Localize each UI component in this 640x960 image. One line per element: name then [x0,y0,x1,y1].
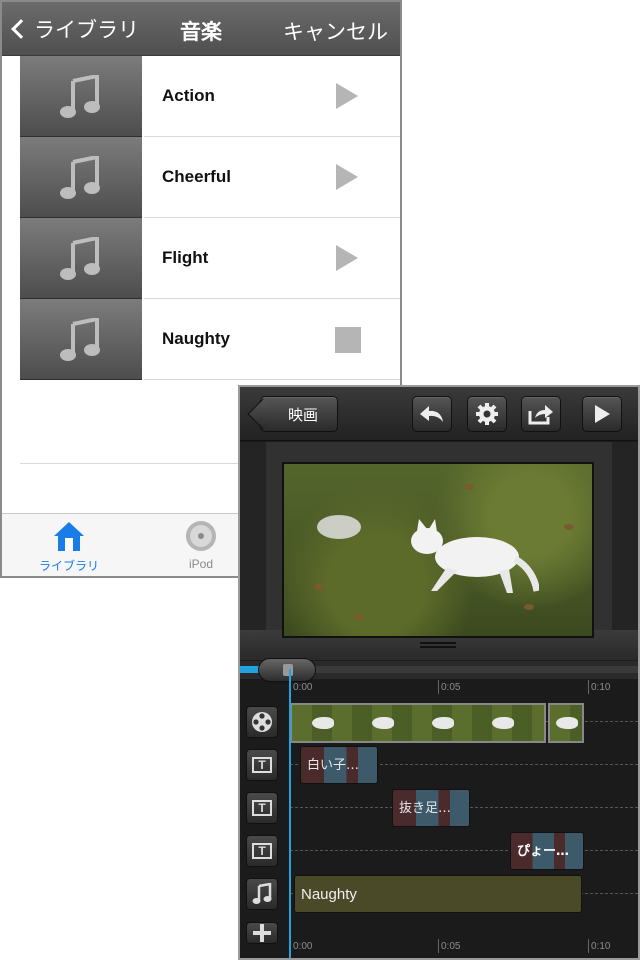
track-thumbnail [20,56,142,137]
leaf [524,604,534,610]
play-icon[interactable] [336,245,358,271]
music-track-button[interactable] [246,878,278,910]
music-clip[interactable]: Naughty [294,875,582,913]
stop-icon[interactable] [335,327,361,353]
chevron-left-icon [247,398,279,430]
undo-icon [420,406,443,422]
clip-frame [312,717,334,729]
timeline-lane-music: Naughty [240,873,638,915]
tab-library[interactable]: ライブラリ [24,520,114,574]
scrubber-track [280,666,638,673]
video-clip[interactable] [548,703,584,743]
disc-icon [186,521,216,551]
play-icon [595,405,610,423]
play-icon[interactable] [336,83,358,109]
timeline-lane-text-3: T ぴょー… [240,830,638,872]
track-row-naughty[interactable]: Naughty [20,299,400,380]
house-icon [54,522,84,551]
track-row-action[interactable]: Action [20,56,400,137]
film-reel-button[interactable] [246,706,278,738]
undo-button[interactable] [412,396,452,432]
text-clip[interactable]: ぴょー… [510,832,584,870]
track-name: Flight [162,248,209,267]
share-button[interactable] [521,396,561,432]
text-clip[interactable]: 抜き足… [392,789,470,827]
music-note-icon [60,237,100,280]
text-clip[interactable]: 白い子… [300,746,378,784]
ruler-tick: 0:10 [588,939,610,953]
plastic-bag-image [317,515,361,539]
film-reel-icon [252,712,272,732]
ruler-tick: 0:05 [438,939,460,953]
ruler-tick: 0:10 [588,680,610,694]
playhead[interactable] [289,669,291,958]
track-name: Naughty [162,329,230,348]
track-row-flight[interactable]: Flight [20,218,400,299]
video-clip[interactable] [290,703,546,743]
play-icon[interactable] [336,164,358,190]
share-icon [528,405,553,425]
text-track-button[interactable]: T [246,749,278,781]
leaf [314,584,324,590]
drag-handle[interactable] [420,642,456,648]
track-name: Cheerful [162,167,231,186]
tab-label: ライブラリ [38,559,99,573]
track-thumbnail [20,137,142,218]
leaf [354,614,364,620]
track-row-cheerful[interactable]: Cheerful [20,137,400,218]
plus-icon [253,924,271,942]
timeline-lane-add [240,917,638,944]
ruler-tick: 0:05 [438,680,460,694]
track-name: Action [162,86,215,105]
row-divider [144,379,400,380]
settings-button[interactable] [467,396,507,432]
add-track-button[interactable] [246,922,278,944]
back-to-movie-button[interactable]: 映画 [247,396,338,432]
library-nav-bar: ライブラリ 音楽 キャンセル [2,2,400,56]
music-note-icon [60,75,100,118]
clip-frame [492,717,514,729]
scrubber-knob[interactable] [258,658,316,682]
video-editor-panel: 映画 0:00 0:05 0:10 T 白い子… T 抜き足… T ぴょー… N… [238,385,640,960]
editor-toolbar: 映画 [240,387,638,441]
timeline-ruler-top: 0:00 0:05 0:10 [290,680,638,696]
clip-frame [372,717,394,729]
text-track-button[interactable]: T [246,792,278,824]
cancel-button[interactable]: キャンセル [283,16,388,46]
text-icon: T [252,843,272,859]
back-button-label: 映画 [287,405,318,424]
text-track-button[interactable]: T [246,835,278,867]
leaf [464,484,474,490]
play-button[interactable] [582,396,622,432]
ruler-tick: 0:00 [290,680,312,694]
leaf [564,524,574,530]
clip-frame [556,717,578,729]
timeline-lane-text-1: T 白い子… [240,744,638,786]
music-note-icon [60,318,100,361]
preview-stage [240,442,638,660]
tab-ipod[interactable]: iPod [156,520,246,571]
tab-label: iPod [188,557,214,571]
clip-frame [432,717,454,729]
text-icon: T [252,800,272,816]
track-thumbnail [20,299,142,380]
track-thumbnail [20,218,142,299]
gear-icon [476,403,498,425]
timeline-lane-video [240,701,638,743]
timeline-lane-text-2: T 抜き足… [240,787,638,829]
ruler-tick: 0:00 [290,939,312,953]
scrubber[interactable] [240,658,638,682]
lane-guide [290,850,638,851]
text-icon: T [252,757,272,773]
music-note-icon [252,883,272,904]
timeline-ruler-bottom: 0:00 0:05 0:10 [290,939,638,955]
music-note-icon [60,156,100,199]
cat-image [411,519,539,593]
video-preview[interactable] [282,462,594,638]
